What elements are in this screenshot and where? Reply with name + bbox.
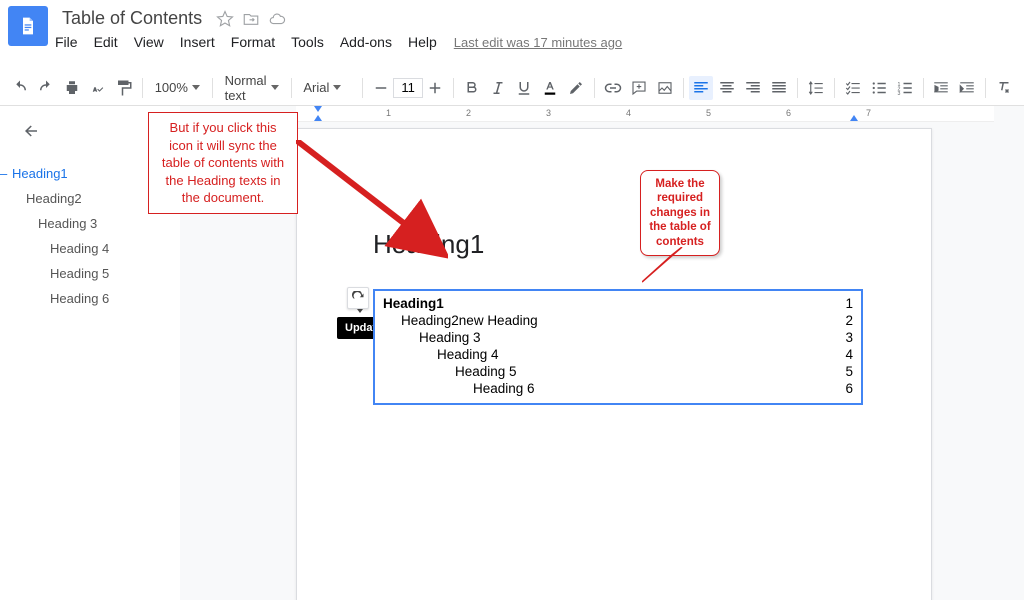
svg-text:3: 3 (897, 90, 900, 96)
toc-label: Heading 4 (383, 346, 499, 363)
menu-view[interactable]: View (127, 30, 171, 54)
toc-page-number: 6 (845, 380, 853, 397)
checklist-button[interactable] (841, 76, 865, 100)
menu-edit[interactable]: Edit (87, 30, 125, 54)
toc-page-number: 1 (845, 295, 853, 312)
indent-decrease-button[interactable] (929, 76, 953, 100)
toc-page-number: 3 (845, 329, 853, 346)
document-title[interactable]: Table of Contents (56, 6, 208, 31)
bulleted-list-button[interactable] (867, 76, 891, 100)
style-combo[interactable]: Normal text (219, 76, 285, 100)
refresh-dropdown-caret-icon[interactable] (357, 309, 363, 313)
toc-label: Heading1 (383, 295, 444, 312)
toc-page-number: 4 (845, 346, 853, 363)
ruler-6: 6 (786, 108, 791, 118)
cloud-icon[interactable] (268, 10, 286, 28)
last-edit-link[interactable]: Last edit was 17 minutes ago (454, 35, 622, 50)
ruler-3: 3 (546, 108, 551, 118)
insert-link-button[interactable] (601, 76, 625, 100)
toc-page-number: 2 (845, 312, 853, 329)
toc-row[interactable]: Heading1 1 (383, 295, 853, 312)
toc-label: Heading 3 (383, 329, 481, 346)
align-left-button[interactable] (689, 76, 713, 100)
menu-file[interactable]: File (48, 30, 85, 54)
annotation-callout-changes: Make the required changes in the table o… (640, 170, 720, 256)
align-center-button[interactable] (715, 76, 739, 100)
annotation-callout-sync: But if you click this icon it will sync … (148, 112, 298, 214)
toc-row[interactable]: Heading 6 6 (383, 380, 853, 397)
text-color-button[interactable] (538, 76, 562, 100)
italic-button[interactable] (486, 76, 510, 100)
toc-row[interactable]: Heading 5 5 (383, 363, 853, 380)
outline-collapse-icon[interactable] (22, 122, 168, 143)
toc-page-number: 5 (845, 363, 853, 380)
zoom-combo[interactable]: 100% (149, 76, 206, 100)
docs-logo[interactable] (8, 6, 48, 46)
ruler-7: 7 (866, 108, 871, 118)
zoom-value: 100% (155, 80, 188, 95)
redo-button[interactable] (34, 76, 58, 100)
outline-item[interactable]: Heading 3 (12, 211, 168, 236)
menu-format[interactable]: Format (224, 30, 282, 54)
menu-addons[interactable]: Add-ons (333, 30, 399, 54)
ruler-1: 1 (386, 108, 391, 118)
style-value: Normal text (225, 73, 267, 103)
outline-item[interactable]: Heading1 (12, 161, 168, 186)
font-size-input[interactable] (393, 78, 423, 98)
outline-item[interactable]: Heading 6 (12, 286, 168, 311)
align-right-button[interactable] (741, 76, 765, 100)
bold-button[interactable] (460, 76, 484, 100)
menu-help[interactable]: Help (401, 30, 444, 54)
star-icon[interactable] (216, 10, 234, 28)
paint-format-button[interactable] (112, 76, 136, 100)
ruler[interactable]: 1 2 3 4 5 6 7 (296, 106, 994, 122)
line-spacing-button[interactable] (804, 76, 828, 100)
refresh-toc-button[interactable] (347, 287, 369, 309)
toc-label: Heading2new Heading (383, 312, 538, 329)
font-value: Arial (303, 80, 329, 95)
fontsize-decrease-button[interactable] (369, 76, 393, 100)
annotation-arrow-icon (296, 140, 448, 260)
menu-tools[interactable]: Tools (284, 30, 331, 54)
toc-label: Heading 6 (383, 380, 535, 397)
add-comment-button[interactable] (627, 76, 651, 100)
outline-item[interactable]: Heading 4 (12, 236, 168, 261)
fontsize-increase-button[interactable] (423, 76, 447, 100)
toc-row[interactable]: Heading2new Heading 2 (383, 312, 853, 329)
font-combo[interactable]: Arial (297, 76, 356, 100)
indent-increase-button[interactable] (955, 76, 979, 100)
outline-item[interactable]: Heading 5 (12, 261, 168, 286)
highlight-button[interactable] (564, 76, 588, 100)
ruler-2: 2 (466, 108, 471, 118)
undo-button[interactable] (8, 76, 32, 100)
clear-formatting-button[interactable] (992, 76, 1016, 100)
outline-item[interactable]: Heading2 (12, 186, 168, 211)
ruler-4: 4 (626, 108, 631, 118)
print-button[interactable] (60, 76, 84, 100)
table-of-contents[interactable]: Heading11Heading2new Heading2Heading 33H… (373, 289, 863, 405)
move-icon[interactable] (242, 10, 260, 28)
annotation-callout-tail-icon (642, 247, 692, 287)
underline-button[interactable] (512, 76, 536, 100)
menu-insert[interactable]: Insert (173, 30, 222, 54)
ruler-5: 5 (706, 108, 711, 118)
toc-label: Heading 5 (383, 363, 517, 380)
align-justify-button[interactable] (767, 76, 791, 100)
spellcheck-button[interactable] (86, 76, 110, 100)
insert-image-button[interactable] (653, 76, 677, 100)
numbered-list-button[interactable]: 123 (893, 76, 917, 100)
toc-row[interactable]: Heading 3 3 (383, 329, 853, 346)
toc-row[interactable]: Heading 4 4 (383, 346, 853, 363)
